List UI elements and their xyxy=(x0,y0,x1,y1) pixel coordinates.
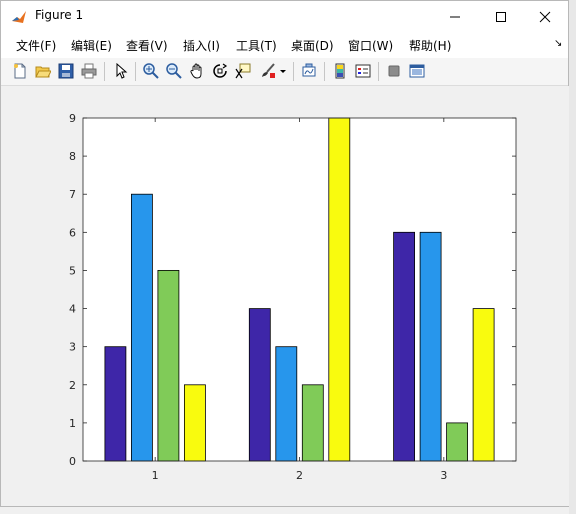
background-window-edge xyxy=(569,0,576,514)
insert-legend-button[interactable] xyxy=(353,61,373,81)
close-icon xyxy=(539,11,551,22)
chevron-down-icon xyxy=(280,70,286,73)
menu-view[interactable]: 查看(V) xyxy=(126,37,168,54)
rotate-3d-icon xyxy=(213,63,228,78)
minimize-button[interactable] xyxy=(432,1,478,32)
toolbar-separator xyxy=(104,62,105,81)
legend-icon xyxy=(355,64,371,78)
new-figure-button[interactable] xyxy=(10,61,30,81)
bar xyxy=(131,193,153,462)
new-figure-icon xyxy=(14,63,26,79)
show-plot-tools-icon xyxy=(409,64,425,78)
link-plot-button[interactable] xyxy=(299,61,319,81)
menu-window[interactable]: 窗口(W) xyxy=(348,37,393,54)
rotate-3d-button[interactable] xyxy=(210,61,230,81)
link-plot-icon xyxy=(302,63,316,77)
y-tick-label: 8 xyxy=(69,150,76,163)
y-tick-label: 3 xyxy=(69,341,76,354)
minimize-icon xyxy=(450,16,460,17)
y-tick-label: 0 xyxy=(69,455,76,468)
figure-toolbar xyxy=(1,58,568,86)
menu-file[interactable]: 文件(F) xyxy=(16,37,56,54)
print-icon xyxy=(81,63,97,79)
data-cursor-button[interactable] xyxy=(233,61,253,81)
y-tick-label: 5 xyxy=(69,264,76,277)
y-tick-label: 4 xyxy=(69,303,76,316)
brush-icon xyxy=(262,63,275,78)
menu-insert[interactable]: 插入(I) xyxy=(183,37,220,54)
figure-canvas: 0 1 2 3 4 5 6 7 8 9 1 2 3 xyxy=(9,86,569,506)
brush-dropdown[interactable] xyxy=(278,61,288,81)
insert-colorbar-button[interactable] xyxy=(330,61,350,81)
hide-plot-tools-button[interactable] xyxy=(384,61,404,81)
menu-help[interactable]: 帮助(H) xyxy=(409,37,451,54)
save-icon xyxy=(58,63,74,79)
toolbar-separator xyxy=(324,62,325,81)
colorbar-icon xyxy=(335,63,345,79)
zoom-out-button[interactable] xyxy=(164,61,184,81)
bar xyxy=(183,384,206,462)
brush-button[interactable] xyxy=(258,61,278,81)
pan-hand-icon xyxy=(190,63,202,79)
bar xyxy=(157,269,180,462)
show-plot-tools-button[interactable] xyxy=(407,61,427,81)
y-tick-label: 7 xyxy=(69,188,76,201)
window-title: Figure 1 xyxy=(35,8,84,22)
menu-dock-arrow-icon[interactable]: ↘ xyxy=(554,38,562,49)
zoom-in-icon xyxy=(143,63,159,79)
save-button[interactable] xyxy=(56,61,76,81)
data-cursor-icon xyxy=(235,63,251,79)
bar xyxy=(248,308,271,462)
pan-button[interactable] xyxy=(187,61,207,81)
open-file-icon xyxy=(35,66,51,78)
x-tick-label: 3 xyxy=(440,469,447,482)
y-tick-label: 6 xyxy=(69,226,76,239)
bar xyxy=(301,384,324,462)
bar xyxy=(328,117,351,462)
menu-desktop[interactable]: 桌面(D) xyxy=(291,37,334,54)
print-button[interactable] xyxy=(79,61,99,81)
close-button[interactable] xyxy=(522,1,568,32)
figure-window: Figure 1 文件(F) 编辑(E) 查看(V) 插入(I) 工具(T) 桌… xyxy=(0,0,569,507)
y-tick-label: 2 xyxy=(69,379,76,392)
maximize-icon xyxy=(496,11,506,22)
toolbar-separator xyxy=(378,62,379,81)
hide-plot-tools-icon xyxy=(388,65,400,77)
menu-bar: 文件(F) 编辑(E) 查看(V) 插入(I) 工具(T) 桌面(D) 窗口(W… xyxy=(1,32,568,58)
y-tick-label: 9 xyxy=(69,112,76,125)
bar xyxy=(446,422,469,462)
pointer-icon xyxy=(116,63,128,79)
toolbar-separator xyxy=(293,62,294,81)
y-tick-label: 1 xyxy=(69,417,76,430)
open-file-button[interactable] xyxy=(33,61,53,81)
toolbar-separator xyxy=(135,62,136,81)
matlab-logo-icon xyxy=(11,9,27,25)
bar xyxy=(104,346,127,462)
title-bar: Figure 1 xyxy=(1,1,568,32)
zoom-in-button[interactable] xyxy=(141,61,161,81)
zoom-out-icon xyxy=(166,63,182,79)
bar xyxy=(393,231,416,462)
bar xyxy=(419,231,442,462)
menu-edit[interactable]: 编辑(E) xyxy=(71,37,112,54)
x-tick-label: 1 xyxy=(152,469,159,482)
edit-plot-button[interactable] xyxy=(111,61,131,81)
maximize-button[interactable] xyxy=(478,1,524,32)
bar xyxy=(275,346,298,462)
menu-tools[interactable]: 工具(T) xyxy=(236,37,277,54)
bar xyxy=(472,308,495,462)
x-tick-label: 2 xyxy=(296,469,303,482)
bar-chart: 0 1 2 3 4 5 6 7 8 9 1 2 3 xyxy=(69,112,517,482)
